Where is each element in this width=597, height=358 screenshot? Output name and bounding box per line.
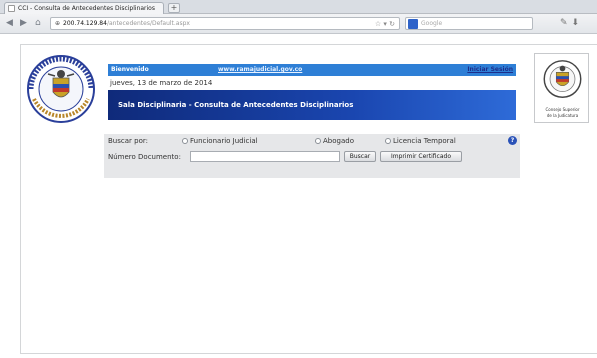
reload-icon[interactable]: ☆ ▾ ↻	[375, 20, 395, 28]
document-number-input[interactable]	[190, 151, 340, 162]
radio-button[interactable]	[182, 138, 188, 144]
search-engine-icon[interactable]	[408, 18, 418, 29]
help-icon[interactable]: ?	[508, 136, 517, 145]
welcome-text: Bienvenido	[111, 66, 149, 73]
page-title: Sala Disciplinaria - Consulta de Anteced…	[118, 101, 354, 109]
consejo-caption-1: Consejo Superior	[545, 107, 580, 112]
search-bar[interactable]: Google	[405, 17, 533, 30]
print-certificate-button[interactable]: Imprimir Certificado	[380, 151, 462, 162]
welcome-bar: Bienvenido www.ramajudicial.gov.co Inici…	[108, 64, 516, 76]
site-identity-icon[interactable]: ⊕	[55, 20, 60, 27]
radio-funcionario-judicial[interactable]: Funcionario Judicial	[182, 137, 258, 145]
navigation-bar: ◀ ▶ ⌂ ⊕ 200.74.129.84 /antecedentes/Defa…	[0, 14, 597, 34]
radio-button[interactable]	[315, 138, 321, 144]
radio-licencia-temporal[interactable]: Licencia Temporal	[385, 137, 456, 145]
page-favicon-icon	[8, 5, 15, 12]
new-tab-button[interactable]: +	[168, 3, 180, 13]
consejo-seal-icon	[543, 60, 582, 98]
browser-tab[interactable]: CCI - Consulta de Antecedentes Disciplin…	[4, 2, 164, 14]
url-host: 200.74.129.84	[63, 20, 107, 27]
consejo-caption-2: de la Judicatura	[546, 113, 579, 118]
rama-judicial-seal-icon	[27, 55, 95, 123]
back-arrow-icon[interactable]: ◀	[6, 19, 13, 28]
search-placeholder: Google	[421, 20, 443, 27]
radio-button[interactable]	[385, 138, 391, 144]
forward-arrow-icon[interactable]: ▶	[20, 19, 27, 28]
consejo-superior-logo: Consejo Superior de la Judicatura	[534, 53, 589, 123]
address-bar[interactable]: ⊕ 200.74.129.84 /antecedentes/Default.as…	[50, 17, 400, 30]
home-icon[interactable]: ⌂	[35, 19, 41, 28]
radio-label-licencia: Licencia Temporal	[393, 137, 456, 145]
ramajudicial-link[interactable]: www.ramajudicial.gov.co	[218, 66, 302, 73]
login-link[interactable]: Iniciar Sesión	[467, 66, 513, 73]
tab-title: CCI - Consulta de Antecedentes Disciplin…	[18, 5, 155, 12]
downloads-icon[interactable]: ✎⬇	[560, 18, 583, 28]
current-date: jueves, 13 de marzo de 2014	[110, 79, 213, 87]
url-path: /antecedentes/Default.aspx	[106, 20, 190, 27]
radio-label-funcionario: Funcionario Judicial	[190, 137, 258, 145]
radio-abogado[interactable]: Abogado	[315, 137, 354, 145]
search-by-label: Buscar por:	[108, 137, 148, 145]
search-button[interactable]: Buscar	[344, 151, 376, 162]
document-number-label: Número Documento:	[108, 153, 181, 161]
tab-bar: CCI - Consulta de Antecedentes Disciplin…	[0, 0, 597, 14]
page-banner: Sala Disciplinaria - Consulta de Anteced…	[108, 90, 516, 120]
radio-label-abogado: Abogado	[323, 137, 354, 145]
